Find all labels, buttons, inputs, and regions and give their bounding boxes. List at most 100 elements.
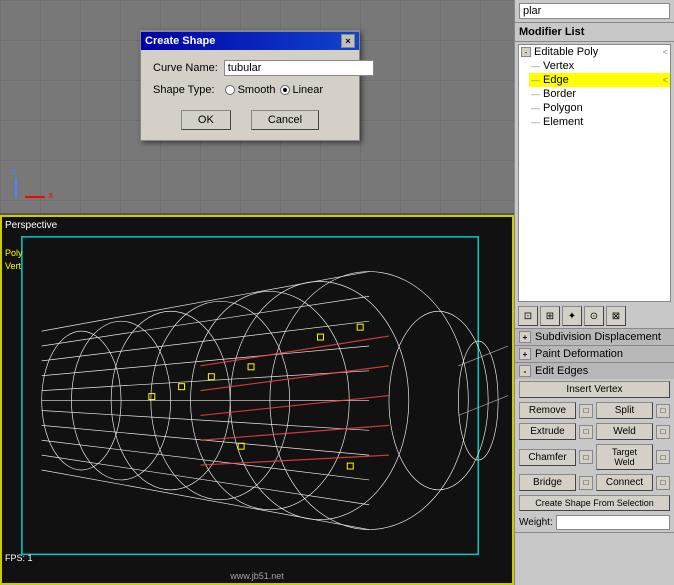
dialog-overlay: Create Shape × Curve Name: Shape Type: <box>140 30 360 141</box>
shape-type-label: Shape Type: <box>153 84 215 96</box>
dash-icon-3: — <box>531 89 540 99</box>
dialog-close-button[interactable]: × <box>341 34 355 48</box>
polygon-label: Polygon <box>543 102 583 114</box>
paint-label: Paint Deformation <box>535 348 623 360</box>
toolbar-icon-5[interactable]: ⊠ <box>606 306 626 326</box>
remove-split-row: Remove □ Split □ <box>515 400 674 421</box>
connect-button[interactable]: Connect <box>596 474 653 491</box>
edge-label: Edge <box>543 74 569 86</box>
watermark: www.jb51.net <box>230 571 284 581</box>
paint-section: + Paint Deformation <box>515 346 674 363</box>
weld-button[interactable]: Weld <box>596 423 653 440</box>
main-container: Create Shape × Curve Name: Shape Type: <box>0 0 674 585</box>
tree-item-border[interactable]: — Border <box>529 87 670 101</box>
chamfer-targetweld-row: Chamfer □ Target Weld □ <box>515 442 674 472</box>
edit-sections: + Subdivision Displacement + Paint Defor… <box>515 329 674 585</box>
subdivision-header[interactable]: + Subdivision Displacement <box>515 329 674 345</box>
weight-input[interactable] <box>556 515 670 530</box>
create-shape-row: Create Shape From Selection <box>515 493 674 513</box>
smooth-label: Smooth <box>238 84 276 96</box>
linear-radio[interactable] <box>280 85 290 95</box>
subdivision-label: Subdivision Displacement <box>535 331 661 343</box>
remove-button[interactable]: Remove <box>519 402 576 419</box>
vertex-label: Vertex <box>543 60 574 72</box>
fps-label: FPS: 1 <box>5 553 33 563</box>
arrow-indicator: < <box>663 47 668 57</box>
toolbar-icon-3[interactable]: ✦ <box>562 306 582 326</box>
weld-icon[interactable]: □ <box>656 425 670 439</box>
smooth-radio[interactable] <box>225 85 235 95</box>
dash-icon-2: — <box>531 75 540 85</box>
editable-poly-label: Editable Poly <box>534 46 598 58</box>
linear-option[interactable]: Linear <box>280 84 324 96</box>
insert-vertex-button[interactable]: Insert Vertex <box>519 381 670 398</box>
border-label: Border <box>543 88 576 100</box>
ok-button[interactable]: OK <box>181 110 231 130</box>
dialog-titlebar[interactable]: Create Shape × <box>141 32 359 50</box>
bridge-icon[interactable]: □ <box>579 476 593 490</box>
extrude-button[interactable]: Extrude <box>519 423 576 440</box>
extrude-weld-row: Extrude □ Weld □ <box>515 421 674 442</box>
z-axis <box>15 178 17 198</box>
edit-edges-toggle[interactable]: - <box>519 365 531 377</box>
tree-item-polygon[interactable]: — Polygon <box>529 101 670 115</box>
shape-type-row: Shape Type: Smooth Linear <box>153 84 347 96</box>
object-name-input[interactable] <box>519 3 670 19</box>
connect-icon[interactable]: □ <box>656 476 670 490</box>
chamfer-icon[interactable]: □ <box>579 450 593 464</box>
paint-toggle[interactable]: + <box>519 348 531 360</box>
smooth-option[interactable]: Smooth <box>225 84 276 96</box>
split-button[interactable]: Split <box>596 402 653 419</box>
panel-toolbar: ⊡ ⊞ ✦ ⊙ ⊠ <box>515 304 674 329</box>
edit-edges-label: Edit Edges <box>535 365 588 377</box>
poly-label: Poly <box>5 247 23 260</box>
tree-collapse-icon[interactable]: - <box>521 47 531 57</box>
split-icon[interactable]: □ <box>656 404 670 418</box>
target-weld-icon[interactable]: □ <box>656 450 670 464</box>
left-area: Create Shape × Curve Name: Shape Type: <box>0 0 514 585</box>
panel-name-field <box>515 0 674 23</box>
curve-name-label: Curve Name: <box>153 62 218 74</box>
mesh-svg <box>2 217 512 584</box>
modifier-tree[interactable]: - Editable Poly < — Vertex — Edge < — Bo… <box>518 44 671 302</box>
bridge-button[interactable]: Bridge <box>519 474 576 491</box>
dialog-title: Create Shape <box>145 35 215 47</box>
top-viewport[interactable]: Create Shape × Curve Name: Shape Type: <box>0 0 514 215</box>
perspective-viewport[interactable]: Perspective Poly Vert FPS: 1 <box>0 215 514 585</box>
create-shape-button[interactable]: Create Shape From Selection <box>519 495 670 511</box>
paint-header[interactable]: + Paint Deformation <box>515 346 674 362</box>
dash-icon-5: — <box>531 117 540 127</box>
tree-item-vertex[interactable]: — Vertex <box>529 59 670 73</box>
right-panel: Modifier List - Editable Poly < — Vertex… <box>514 0 674 585</box>
toolbar-icon-1[interactable]: ⊡ <box>518 306 538 326</box>
insert-vertex-row: Insert Vertex <box>515 379 674 400</box>
dialog-buttons: OK Cancel <box>153 106 347 130</box>
remove-icon[interactable]: □ <box>579 404 593 418</box>
target-weld-button[interactable]: Target Weld <box>596 444 653 470</box>
dash-icon-4: — <box>531 103 540 113</box>
bottom-area: Perspective Poly Vert FPS: 1 <box>0 215 514 585</box>
subdivision-toggle[interactable]: + <box>519 331 531 343</box>
toolbar-icon-2[interactable]: ⊞ <box>540 306 560 326</box>
cancel-button[interactable]: Cancel <box>251 110 319 130</box>
modifier-list-header: Modifier List <box>515 23 674 42</box>
tree-item-editable-poly[interactable]: - Editable Poly < <box>519 45 670 59</box>
perspective-label: Perspective <box>5 220 57 231</box>
dash-icon: — <box>531 61 540 71</box>
axis-indicator <box>10 173 40 203</box>
weight-row: Weight: <box>515 513 674 532</box>
edit-edges-header[interactable]: - Edit Edges <box>515 363 674 379</box>
element-label: Element <box>543 116 583 128</box>
tree-item-edge[interactable]: — Edge < <box>529 73 670 87</box>
subdivision-section: + Subdivision Displacement <box>515 329 674 346</box>
linear-label: Linear <box>293 84 324 96</box>
toolbar-icon-4[interactable]: ⊙ <box>584 306 604 326</box>
curve-name-input[interactable] <box>224 60 374 76</box>
chamfer-button[interactable]: Chamfer <box>519 449 576 466</box>
dialog-body: Curve Name: Shape Type: Smooth Lin <box>141 50 359 140</box>
bridge-connect-row: Bridge □ Connect □ <box>515 472 674 493</box>
extrude-icon[interactable]: □ <box>579 425 593 439</box>
x-axis <box>25 196 45 198</box>
curve-name-row: Curve Name: <box>153 60 347 76</box>
tree-item-element[interactable]: — Element <box>529 115 670 129</box>
